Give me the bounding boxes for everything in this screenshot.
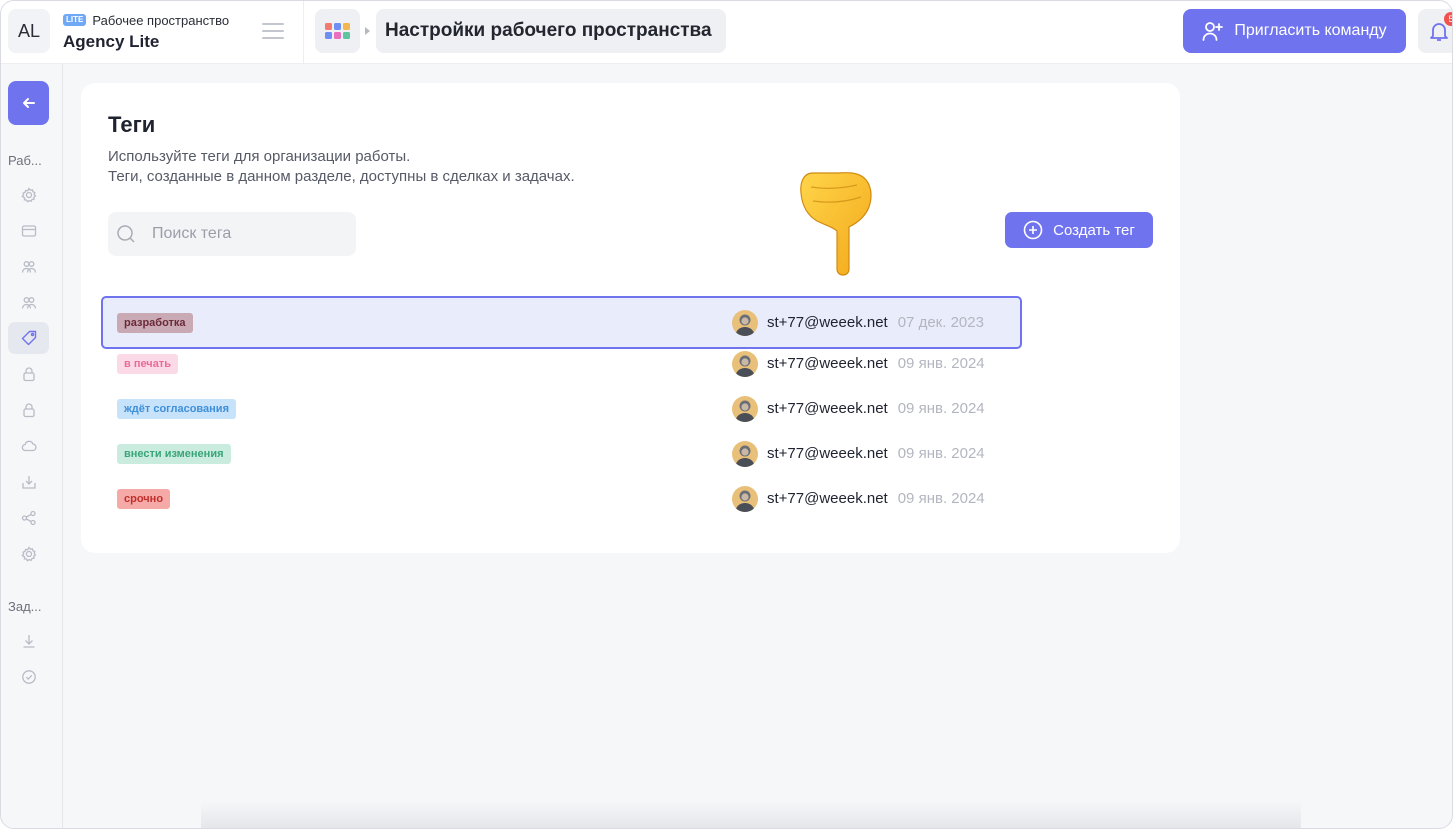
plus-circle-icon [1023, 220, 1043, 240]
apps-button[interactable] [315, 9, 360, 53]
avatar [732, 440, 758, 467]
tag-row[interactable]: внести изменения st+77@weeek.net 09 янв. 2… [101, 431, 1022, 476]
cloud-icon [21, 440, 37, 452]
lock-icon [22, 367, 35, 382]
app-window: AL LITE Рабочее пространство Agency Lite… [0, 0, 1453, 829]
sidebar-item-general[interactable] [8, 179, 49, 211]
sidebar-item-advanced[interactable] [8, 538, 49, 570]
sidebar-item-integrations[interactable] [8, 502, 49, 534]
avatar [732, 309, 758, 336]
notifications-button[interactable]: 5 [1418, 9, 1452, 53]
plan-badge: LITE [63, 14, 87, 26]
notifications-count-badge: 5 [1444, 12, 1452, 26]
owner-email: st+77@weeek.net [767, 400, 888, 417]
workspace-initials: AL [17, 20, 41, 41]
sidebar-item-storage[interactable] [8, 430, 49, 462]
arrow-left-icon [22, 98, 35, 108]
team-icon [21, 297, 36, 309]
sidebar-item-billing[interactable] [8, 215, 49, 247]
workspace-name: Agency Lite [63, 32, 160, 51]
tag-row[interactable]: ждёт согласования st+77@weeek.net 09 янв. … [101, 386, 1022, 431]
tag-owner: st+77@weeek.net 09 янв. 2024 [732, 395, 985, 422]
apps-grid-icon [325, 23, 350, 39]
tag-chip[interactable]: срочно [117, 488, 171, 509]
lock-icon [22, 403, 35, 418]
breadcrumb[interactable]: Настройки рабочего пространства [376, 9, 726, 53]
search-icon [117, 225, 135, 243]
top-bar: AL LITE Рабочее пространство Agency Lite… [1, 1, 1452, 64]
sidebar-item-tags[interactable] [8, 322, 49, 354]
description-line-1: Используйте теги для организации работы. [108, 148, 411, 165]
card-icon [21, 225, 36, 237]
created-date: 07 дек. 2023 [897, 314, 984, 331]
tag-owner: st+77@weeek.net 09 янв. 2024 [732, 440, 985, 467]
divider [303, 1, 304, 64]
create-tag-button[interactable]: Создать тег [1005, 212, 1153, 248]
check-circle-icon [21, 670, 36, 684]
owner-email: st+77@weeek.net [767, 314, 888, 331]
tag-list: разработка st+77@weeek.net 07 дек. 2023 в п… [101, 296, 1022, 521]
description-line-2: Теги, созданные в данном разделе, доступ… [108, 168, 575, 185]
gear-icon [20, 546, 36, 562]
tag-row[interactable]: срочно st+77@weeek.net 09 янв. 2024 [101, 476, 1022, 521]
create-tag-label: Создать тег [1053, 221, 1135, 239]
sidebar-section-workspace: Раб... [8, 153, 42, 168]
gear-icon [20, 187, 36, 203]
tag-row[interactable]: в печать st+77@weeek.net 09 янв. 2024 [101, 341, 1022, 386]
workspace-avatar[interactable]: AL [8, 9, 50, 53]
sidebar-item-security[interactable] [8, 358, 49, 390]
invite-team-button[interactable]: Пригласить команду [1183, 9, 1406, 53]
sidebar-item-import[interactable] [8, 466, 49, 498]
import-icon [21, 476, 36, 489]
tag-chip[interactable]: разработка [117, 312, 193, 333]
tags-settings-card: Теги Используйте теги для организации ра… [81, 83, 1180, 553]
created-date: 09 янв. 2024 [897, 400, 985, 417]
page-title: Теги [108, 112, 156, 137]
breadcrumb-label: Настройки рабочего пространства [385, 20, 712, 41]
created-date: 09 янв. 2024 [897, 355, 985, 372]
invite-team-label: Пригласить команду [1234, 22, 1387, 39]
back-button[interactable] [8, 81, 49, 125]
avatar [732, 395, 758, 422]
download-icon [23, 635, 34, 648]
tag-search-input[interactable] [152, 225, 332, 243]
owner-email: st+77@weeek.net [767, 490, 888, 507]
sidebar-section-tasks: Зад... [8, 599, 42, 614]
sidebar-item-members[interactable] [8, 251, 49, 283]
owner-email: st+77@weeek.net [767, 445, 888, 462]
pointing-hand-icon [799, 169, 875, 286]
page-description: Используйте теги для организации работы.… [108, 147, 575, 187]
avatar [732, 485, 758, 512]
sidebar-item-access[interactable] [8, 394, 49, 426]
created-date: 09 янв. 2024 [897, 490, 985, 507]
tag-search[interactable] [108, 212, 356, 256]
tag-owner: st+77@weeek.net 09 янв. 2024 [732, 350, 985, 377]
breadcrumb-chevron-icon [365, 27, 370, 35]
add-user-icon [1202, 22, 1224, 41]
sidebar-item-teams[interactable] [8, 287, 49, 319]
sidebar-item-export[interactable] [8, 625, 49, 657]
created-date: 09 янв. 2024 [897, 445, 985, 462]
users-icon [21, 261, 36, 273]
sidebar-item-statuses[interactable] [8, 661, 49, 693]
workspace-switcher[interactable]: LITE Рабочее пространство Agency Lite [63, 12, 229, 52]
tag-owner: st+77@weeek.net 09 янв. 2024 [732, 485, 985, 512]
tag-owner: st+77@weeek.net 07 дек. 2023 [732, 309, 984, 336]
tag-chip[interactable]: ждёт согласования [117, 398, 236, 419]
avatar [732, 350, 758, 377]
settings-sidebar: Раб... Зад... [1, 64, 63, 828]
tag-icon [21, 330, 36, 346]
workspace-label: Рабочее пространство [92, 12, 230, 28]
share-icon [21, 510, 36, 526]
hamburger-menu-icon[interactable] [262, 23, 284, 39]
bottom-shadow [201, 801, 1301, 828]
owner-email: st+77@weeek.net [767, 355, 888, 372]
tag-chip[interactable]: в печать [117, 353, 178, 374]
tag-chip[interactable]: внести изменения [117, 443, 231, 464]
